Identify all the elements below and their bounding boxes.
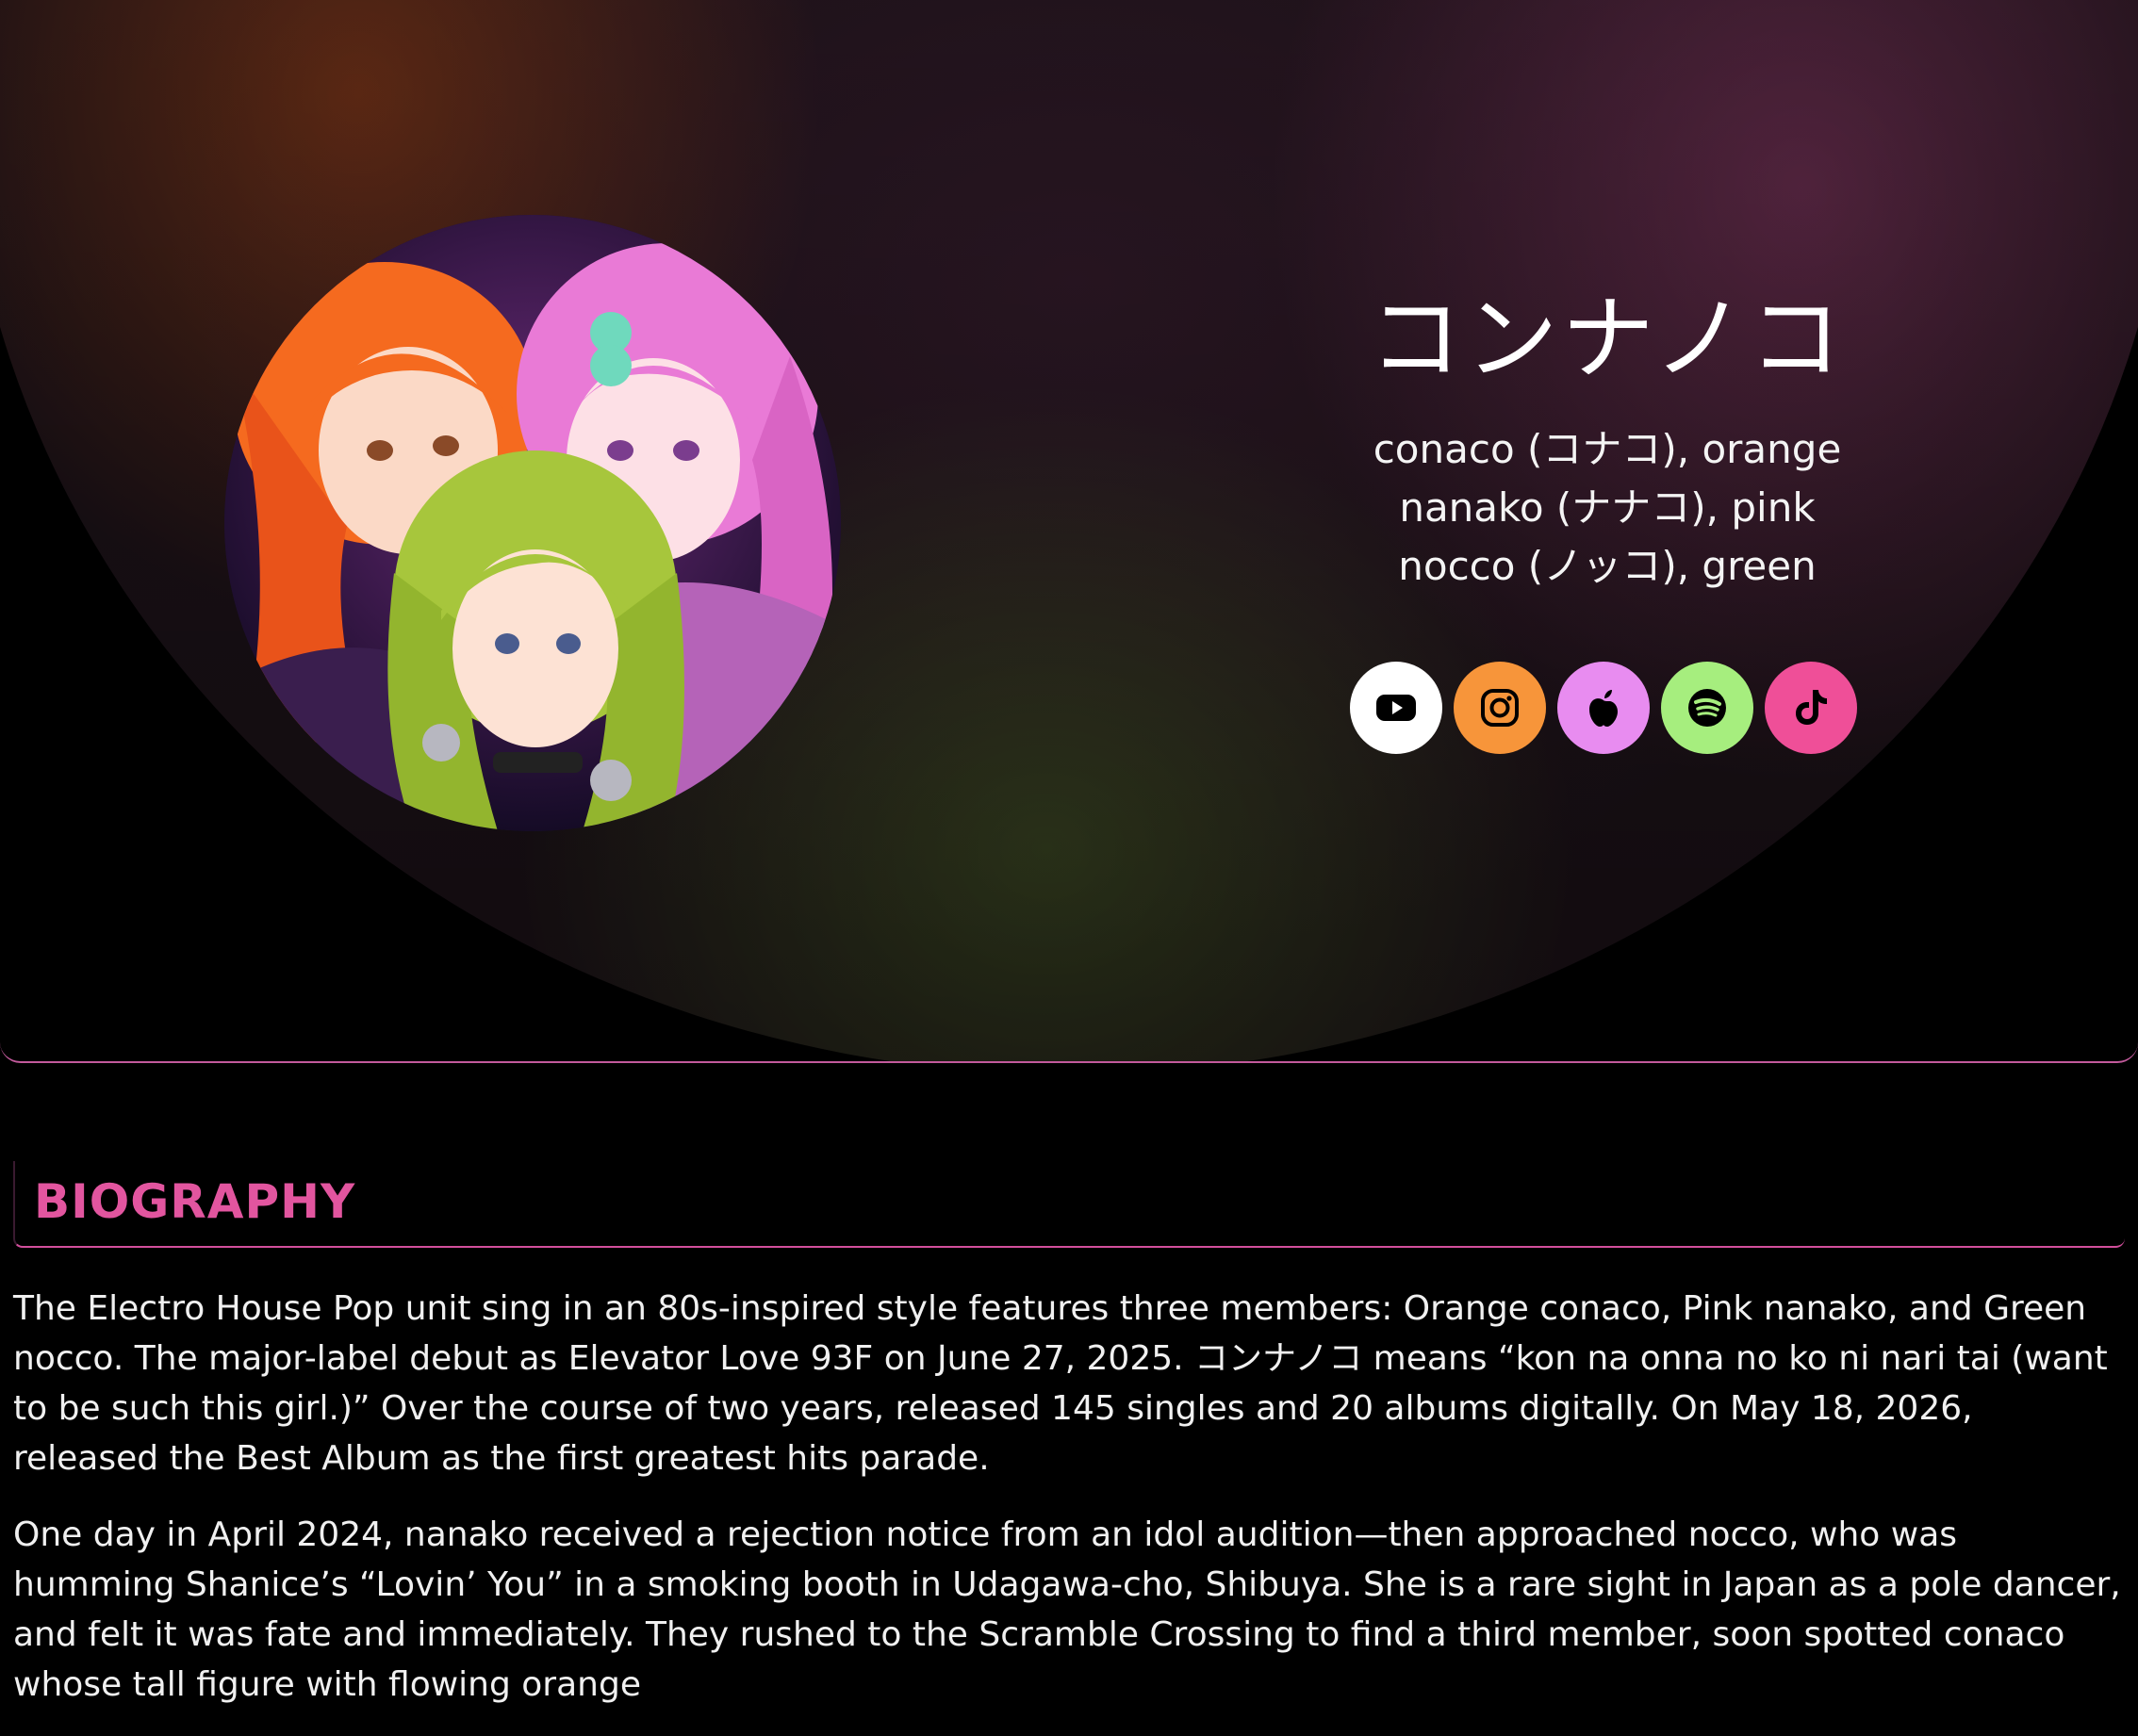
hero-section: コンナノコ conaco (コナコ), orange nanako (ナナコ),… — [0, 0, 2138, 1063]
youtube-link[interactable] — [1350, 662, 1442, 754]
spotify-link[interactable] — [1661, 662, 1753, 754]
apple-music-icon — [1589, 690, 1618, 727]
social-links — [1350, 662, 1857, 754]
member-nanako: nanako (ナナコ), pink — [1399, 484, 1816, 531]
group-portrait-image — [224, 215, 841, 831]
artist-info: コンナノコ conaco (コナコ), orange nanako (ナナコ),… — [1263, 283, 1951, 596]
tiktok-icon — [1796, 690, 1827, 725]
biography-paragraph: One day in April 2024, nanako received a… — [13, 1515, 2121, 1704]
member-conaco: conaco (コナコ), orange — [1373, 426, 1842, 472]
member-list: conaco (コナコ), orange nanako (ナナコ), pink … — [1263, 420, 1951, 596]
member-nocco: nocco (ノッコ), green — [1398, 543, 1817, 589]
instagram-link[interactable] — [1454, 662, 1546, 754]
tiktok-link[interactable] — [1765, 662, 1857, 754]
instagram-icon — [1481, 689, 1519, 727]
biography-text: The Electro House Pop unit sing in an 80… — [13, 1284, 2125, 1736]
biography-heading-bar: BIOGRAPHY — [13, 1161, 2125, 1248]
group-name: コンナノコ — [1369, 286, 1846, 393]
spotify-icon — [1688, 689, 1726, 727]
apple-music-link[interactable] — [1557, 662, 1650, 754]
youtube-icon — [1376, 695, 1416, 721]
biography-heading: BIOGRAPHY — [34, 1174, 356, 1229]
biography-paragraph: The Electro House Pop unit sing in an 80… — [13, 1289, 2108, 1478]
